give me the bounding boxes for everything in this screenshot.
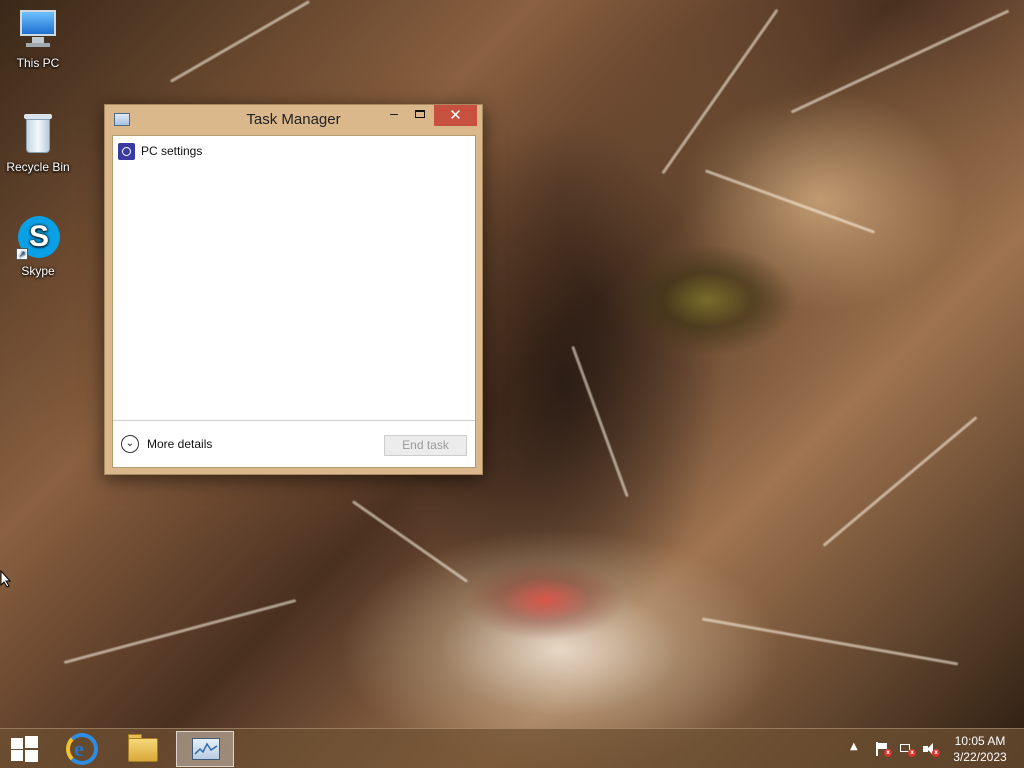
- folder-icon: [128, 738, 158, 762]
- skype-icon: S ↗: [16, 216, 60, 260]
- recycle-bin-icon: [16, 112, 60, 156]
- mouse-cursor-icon: [0, 570, 12, 588]
- title-bar[interactable]: Task Manager – ✕: [105, 105, 482, 135]
- app-name: PC settings: [141, 144, 203, 158]
- desktop-icon-this-pc[interactable]: This PC: [0, 8, 76, 70]
- maximize-button[interactable]: [407, 105, 433, 126]
- chevron-down-icon: ⌄: [121, 435, 139, 453]
- pc-settings-icon: [118, 142, 135, 160]
- desktop-icon-skype[interactable]: S ↗ Skype: [0, 216, 76, 278]
- app-list: PC settings: [113, 136, 475, 420]
- volume-muted-icon[interactable]: x: [922, 742, 940, 757]
- taskbar-task-manager[interactable]: [176, 731, 234, 767]
- task-manager-content: PC settings ⌄ More details End task: [112, 135, 476, 468]
- computer-icon: [16, 8, 60, 52]
- task-manager-icon: [192, 738, 220, 760]
- minimize-button[interactable]: –: [381, 105, 407, 126]
- more-details-label: More details: [147, 437, 213, 451]
- clock-date: 3/22/2023: [953, 750, 1007, 764]
- desktop-icon-label: Recycle Bin: [6, 160, 70, 174]
- maximize-icon: [415, 110, 425, 118]
- end-task-button[interactable]: End task: [384, 435, 467, 456]
- action-center-flag-icon[interactable]: x: [874, 742, 892, 757]
- shortcut-arrow-icon: ↗: [16, 248, 28, 260]
- network-icon[interactable]: x: [898, 742, 916, 757]
- desktop-icon-recycle-bin[interactable]: Recycle Bin: [0, 112, 76, 174]
- system-clock[interactable]: 10:05 AM 3/22/2023: [946, 733, 1014, 765]
- app-row-pc-settings[interactable]: PC settings: [118, 142, 202, 160]
- desktop-icon-label: This PC: [16, 56, 60, 70]
- task-manager-footer: ⌄ More details End task: [113, 420, 475, 469]
- taskbar: e ▲ x x x 10:05 AM 3/22/2023: [0, 728, 1024, 768]
- desktop-icon-label: Skype: [21, 264, 55, 278]
- start-button[interactable]: [10, 736, 38, 762]
- more-details-toggle[interactable]: ⌄ More details: [121, 435, 212, 453]
- clock-time: 10:05 AM: [954, 734, 1006, 748]
- taskbar-internet-explorer[interactable]: e: [62, 731, 100, 767]
- taskbar-file-explorer[interactable]: [122, 731, 164, 767]
- show-hidden-icons-button[interactable]: ▲: [850, 741, 858, 752]
- close-button[interactable]: ✕: [434, 105, 477, 126]
- task-manager-window[interactable]: Task Manager – ✕ PC settings ⌄ More deta…: [104, 104, 483, 475]
